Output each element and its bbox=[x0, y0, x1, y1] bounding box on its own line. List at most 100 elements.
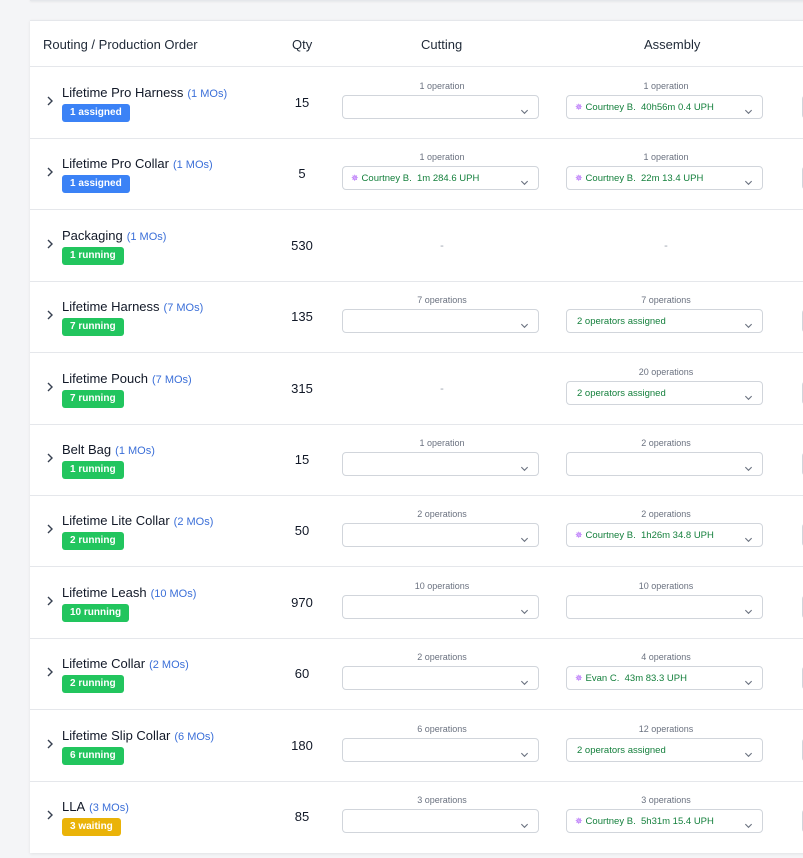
table-row[interactable]: Lifetime Collar (2 MOs) 2 running 60 2 opera… bbox=[30, 638, 803, 711]
routing-name[interactable]: Lifetime Pouch bbox=[62, 371, 148, 386]
operator-stats: 2 operators assigned bbox=[577, 744, 666, 756]
mo-count-link[interactable]: (1 MOs) bbox=[173, 159, 213, 171]
chevron-right-icon[interactable] bbox=[44, 738, 56, 750]
assembly-operator-select[interactable]: ✵ Courtney B. 22m 13.4 UPH bbox=[566, 166, 763, 191]
table-row[interactable]: Belt Bag (1 MOs) 1 running 15 1 operation 2 o… bbox=[30, 424, 803, 496]
operations-count: 3 operations bbox=[641, 795, 691, 805]
column-header-assembly[interactable]: Assembly bbox=[644, 37, 700, 52]
order-title: Lifetime Pouch (7 MOs) bbox=[62, 370, 192, 388]
column-header-qty[interactable]: Qty bbox=[292, 37, 312, 52]
qty-value: 180 bbox=[291, 737, 313, 753]
assembly-operator-select[interactable]: ✵ Courtney B. 40h56m 0.4 UPH bbox=[566, 95, 763, 119]
cutting-operator-select[interactable] bbox=[342, 523, 539, 548]
chevron-right-icon[interactable] bbox=[44, 309, 56, 321]
qty-value: 60 bbox=[294, 666, 310, 682]
table-row[interactable]: Lifetime Pouch (7 MOs) 7 running 315 - 20 ope… bbox=[30, 353, 803, 425]
operator-name: Courtney B. bbox=[585, 173, 636, 185]
routing-name[interactable]: Packaging bbox=[62, 228, 123, 243]
order-title: Lifetime Pro Collar (1 MOs) bbox=[62, 155, 213, 173]
mo-count-link[interactable]: (2 MOs) bbox=[174, 516, 214, 528]
cutting-operator-select[interactable] bbox=[342, 809, 539, 833]
operations-count: 2 operations bbox=[417, 509, 467, 520]
chevron-right-icon[interactable] bbox=[44, 95, 56, 107]
table-row[interactable]: Lifetime Slip Collar (6 MOs) 6 running 180 6… bbox=[30, 710, 803, 782]
chevron-down-icon bbox=[520, 531, 529, 543]
select-value: ✵ Courtney B. 22m 13.4 UPH bbox=[575, 173, 703, 184]
order-title: Lifetime Lite Collar (2 MOs) bbox=[62, 512, 213, 530]
mo-count-link[interactable]: (1 MOs) bbox=[187, 88, 227, 100]
chevron-down-icon bbox=[744, 817, 753, 829]
cutting-operator-select[interactable] bbox=[342, 95, 539, 119]
routing-name[interactable]: Lifetime Harness bbox=[62, 299, 160, 314]
mo-count-link[interactable]: (7 MOs) bbox=[164, 302, 204, 314]
chevron-right-icon[interactable] bbox=[44, 381, 56, 393]
routing-name[interactable]: Lifetime Slip Collar bbox=[62, 728, 170, 743]
assembly-operator-select[interactable] bbox=[566, 452, 763, 476]
routing-name[interactable]: Lifetime Leash bbox=[62, 585, 147, 600]
assembly-operator-select[interactable]: 2 operators assigned bbox=[566, 737, 763, 762]
status-badge: 1 assigned bbox=[62, 175, 130, 194]
mo-count-link[interactable]: (1 MOs) bbox=[127, 231, 167, 243]
cutting-operator-select[interactable] bbox=[342, 594, 539, 619]
operator-stats: 5h31m 15.4 UPH bbox=[641, 816, 714, 827]
table-row[interactable]: LLA (3 MOs) 3 waiting 85 3 operations 3 opera… bbox=[30, 781, 803, 852]
table-row[interactable]: Lifetime Harness (7 MOs) 7 running 135 7 ope… bbox=[30, 281, 803, 354]
cutting-operator-select[interactable] bbox=[342, 666, 539, 691]
table-row[interactable]: Lifetime Pro Collar (1 MOs) 1 assigned 5 1 o… bbox=[30, 138, 803, 211]
routing-name[interactable]: LLA bbox=[62, 799, 85, 814]
select-value: ✵ Courtney B. 1h26m 34.8 UPH bbox=[575, 530, 714, 541]
routing-name[interactable]: Lifetime Pro Collar bbox=[62, 156, 169, 171]
chevron-right-icon[interactable] bbox=[44, 809, 56, 821]
chevron-down-icon bbox=[520, 603, 529, 614]
operator-stats: 2 operators assigned bbox=[577, 387, 666, 399]
chevron-down-icon bbox=[744, 103, 753, 115]
operator-name: Courtney B. bbox=[585, 816, 636, 827]
cutting-operator-select[interactable]: ✵ Courtney B. 1m 284.6 UPH bbox=[342, 166, 539, 191]
table-row[interactable]: Lifetime Lite Collar (2 MOs) 2 running 50 2 … bbox=[30, 495, 803, 568]
table-header: Routing / Production Order Qty Cutting A… bbox=[30, 21, 803, 67]
qty-value: 530 bbox=[291, 237, 313, 253]
assembly-operator-select[interactable]: ✵ Evan C. 43m 83.3 UPH bbox=[566, 666, 763, 691]
operations-count: 10 operations bbox=[414, 580, 470, 591]
mo-count-link[interactable]: (2 MOs) bbox=[149, 659, 189, 671]
operator-stats: 40h56m 0.4 UPH bbox=[641, 102, 714, 113]
assembly-operator-select[interactable]: ✵ Courtney B. 1h26m 34.8 UPH bbox=[566, 523, 763, 548]
routing-name[interactable]: Lifetime Pro Harness bbox=[62, 85, 183, 100]
cutting-operator-select[interactable] bbox=[342, 737, 539, 762]
chevron-right-icon[interactable] bbox=[44, 238, 56, 250]
assembly-operator-select[interactable]: ✵ Courtney B. 5h31m 15.4 UPH bbox=[566, 809, 763, 833]
operator-stats: 22m 13.4 UPH bbox=[641, 173, 704, 185]
routing-name[interactable]: Lifetime Lite Collar bbox=[62, 513, 170, 528]
mo-count-link[interactable]: (6 MOs) bbox=[174, 731, 214, 743]
operations-count: 10 operations bbox=[638, 580, 694, 591]
column-header-routing[interactable]: Routing / Production Order bbox=[43, 37, 198, 52]
chevron-right-icon[interactable] bbox=[44, 595, 56, 607]
mo-count-link[interactable]: (10 MOs) bbox=[151, 588, 197, 600]
select-value: ✵ Courtney B. 40h56m 0.4 UPH bbox=[575, 102, 714, 113]
mo-count-link[interactable]: (3 MOs) bbox=[89, 802, 129, 814]
status-badge: 1 running bbox=[62, 246, 124, 265]
operations-count: 4 operations bbox=[641, 652, 691, 663]
assembly-operator-select[interactable] bbox=[566, 594, 763, 619]
chevron-down-icon bbox=[744, 531, 753, 543]
table-row[interactable]: Lifetime Leash (10 MOs) 10 running 970 10 op… bbox=[30, 567, 803, 639]
assembly-operator-select[interactable]: 2 operators assigned bbox=[566, 380, 763, 405]
routing-name[interactable]: Lifetime Collar bbox=[62, 656, 145, 671]
cutting-operator-select[interactable] bbox=[342, 309, 539, 334]
column-header-cutting[interactable]: Cutting bbox=[421, 37, 462, 52]
mo-count-link[interactable]: (1 MOs) bbox=[115, 445, 155, 457]
cutting-operator-select[interactable] bbox=[342, 452, 539, 476]
order-title: Lifetime Collar (2 MOs) bbox=[62, 655, 189, 673]
chevron-right-icon[interactable] bbox=[44, 523, 56, 535]
chevron-right-icon[interactable] bbox=[44, 166, 56, 178]
table-row[interactable]: Lifetime Pro Harness (1 MOs) 1 assigned 15 1… bbox=[30, 67, 803, 139]
chevron-down-icon bbox=[520, 674, 529, 686]
mo-count-link[interactable]: (7 MOs) bbox=[152, 374, 192, 386]
assembly-operator-select[interactable]: 2 operators assigned bbox=[566, 309, 763, 334]
routing-name[interactable]: Belt Bag bbox=[62, 442, 111, 457]
sparkle-icon: ✵ bbox=[351, 173, 359, 184]
chevron-right-icon[interactable] bbox=[44, 666, 56, 678]
chevron-right-icon[interactable] bbox=[44, 452, 56, 464]
chevron-down-icon bbox=[520, 460, 529, 472]
table-row[interactable]: Packaging (1 MOs) 1 running 530 - - bbox=[30, 210, 803, 282]
